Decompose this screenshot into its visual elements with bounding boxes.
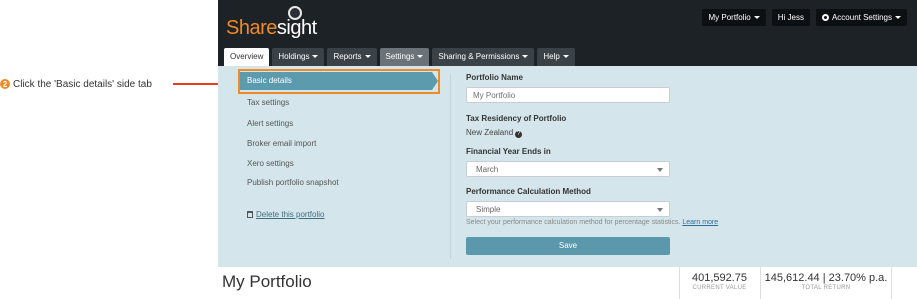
tax-residency-label: Tax Residency of Portfolio — [466, 114, 567, 123]
sidebar-item-alert-settings[interactable]: Alert settings — [247, 119, 293, 128]
help-icon[interactable]: ? — [515, 131, 523, 138]
total-return-label: TOTAL RETURN — [801, 285, 851, 291]
chevron-down-icon — [657, 208, 663, 212]
performance-method-label: Performance Calculation Method — [466, 187, 591, 196]
learn-more-link[interactable]: Learn more — [682, 219, 718, 226]
settings-panel: Basic details Tax settings Alert setting… — [218, 66, 917, 267]
save-button[interactable]: Save — [466, 237, 670, 255]
gear-icon — [821, 14, 829, 21]
performance-method-help: Select your performance calculation meth… — [466, 219, 719, 226]
portfolio-name-input[interactable] — [466, 87, 670, 103]
tutorial-highlight-box — [238, 69, 440, 94]
sidebar-item-tax-settings[interactable]: Tax settings — [247, 98, 289, 107]
tab-reports[interactable]: Reports — [327, 48, 377, 66]
chevron-down-icon — [657, 168, 663, 172]
tab-help[interactable]: Help — [537, 48, 575, 66]
sidebar-item-xero-settings[interactable]: Xero settings — [247, 159, 294, 168]
app-header: Sharesight My Portfolio Hi Jess Account … — [218, 0, 917, 66]
sidebar-item-publish-snapshot[interactable]: Publish portfolio snapshot — [247, 178, 339, 187]
current-value-number: 401,592.75 — [691, 272, 748, 284]
financial-year-select[interactable]: March — [466, 161, 670, 177]
total-return-stat: 145,612.44 | 23.70% p.a. TOTAL RETURN — [760, 267, 892, 299]
step-number-badge: 2 — [0, 79, 10, 89]
tutorial-annotation: 2 Click the 'Basic details' side tab — [0, 77, 152, 91]
main-tabs: Overview Holdings Reports Settings Shari… — [224, 48, 575, 66]
portfolio-switcher-button[interactable]: My Portfolio — [702, 9, 766, 26]
user-greeting-button[interactable]: Hi Jess — [771, 9, 810, 26]
chevron-down-icon — [522, 55, 529, 59]
top-nav: My Portfolio Hi Jess Account Settings — [702, 9, 907, 26]
logo-pie-icon — [288, 6, 302, 20]
current-value-label: CURRENT VALUE — [692, 285, 747, 291]
chevron-down-icon — [417, 55, 424, 59]
delete-portfolio-link[interactable]: Delete this portfolio — [247, 210, 324, 219]
trash-icon — [247, 211, 253, 218]
account-settings-button[interactable]: Account Settings — [815, 9, 907, 26]
tab-sharing-permissions[interactable]: Sharing & Permissions — [432, 48, 535, 66]
chevron-down-icon — [364, 55, 371, 59]
financial-year-label: Financial Year Ends in — [466, 147, 551, 156]
portfolio-name-label: Portfolio Name — [466, 73, 523, 82]
screen: 2 Click the 'Basic details' side tab Sha… — [0, 0, 917, 299]
chevron-down-icon — [562, 55, 569, 59]
sidebar-item-broker-email-import[interactable]: Broker email import — [247, 139, 316, 148]
chevron-down-icon — [312, 55, 319, 59]
annotation-text: Click the 'Basic details' side tab — [13, 78, 152, 90]
tab-holdings[interactable]: Holdings — [272, 48, 325, 66]
tab-overview[interactable]: Overview — [224, 48, 270, 66]
chevron-down-icon — [895, 16, 901, 20]
sharesight-logo[interactable]: Sharesight — [226, 17, 317, 40]
current-value-stat: 401,592.75 CURRENT VALUE — [679, 267, 759, 299]
portfolio-title: My Portfolio — [222, 272, 312, 291]
total-return-number: 145,612.44 | 23.70% p.a. — [764, 272, 888, 284]
performance-method-select[interactable]: Simple — [466, 201, 670, 217]
tax-residency-value: New Zealand? — [466, 128, 523, 138]
chevron-down-icon — [753, 16, 760, 20]
column-divider — [450, 74, 451, 259]
tab-settings[interactable]: Settings — [379, 48, 430, 66]
